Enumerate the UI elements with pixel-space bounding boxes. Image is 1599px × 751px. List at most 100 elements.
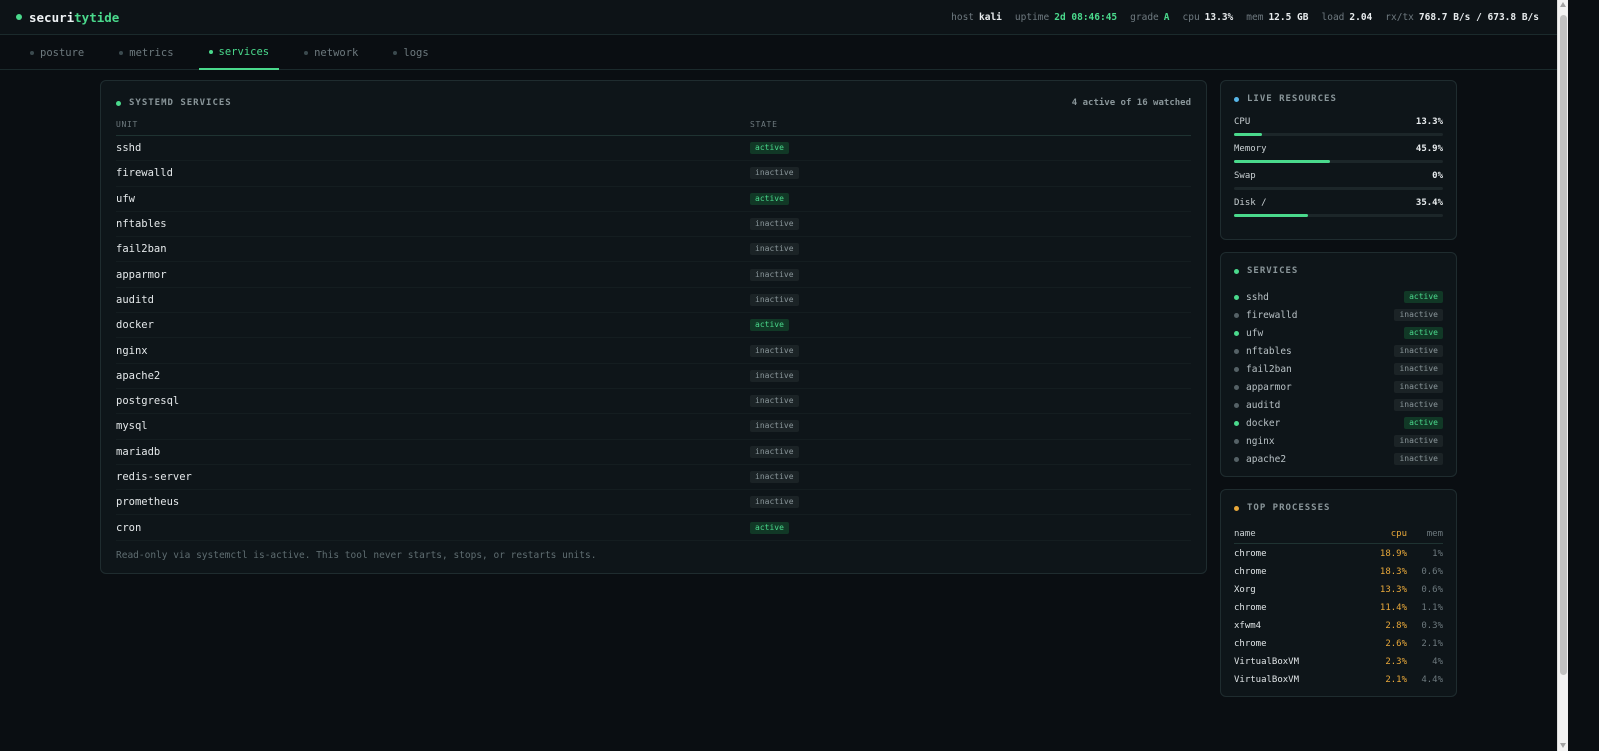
page-scrollbar[interactable]: [1557, 0, 1568, 751]
table-row[interactable]: postgresql inactive: [116, 389, 1191, 415]
table-row[interactable]: prometheus inactive: [116, 490, 1191, 516]
status-badge: inactive: [1394, 363, 1443, 375]
list-item[interactable]: firewalld inactive: [1234, 306, 1443, 324]
tab-posture[interactable]: posture: [20, 35, 94, 70]
table-row[interactable]: apache2 inactive: [116, 364, 1191, 389]
list-item[interactable]: ufw active: [1234, 324, 1443, 342]
column-unit: UNIT: [116, 120, 139, 129]
service-table-body: sshd active firewalld inactive ufw active nfta…: [116, 136, 1191, 541]
list-item[interactable]: apparmor inactive: [1234, 378, 1443, 396]
table-row[interactable]: chrome 18.9% 1%: [1234, 545, 1443, 563]
table-row[interactable]: sshd active: [116, 136, 1191, 162]
table-row[interactable]: mariadb inactive: [116, 440, 1191, 465]
service-label: ufw: [1234, 328, 1263, 339]
process-mem: 4.4%: [1421, 675, 1443, 685]
tab-logs[interactable]: logs: [383, 35, 438, 70]
list-item[interactable]: apache2 inactive: [1234, 450, 1443, 468]
process-cpu: 18.9%: [1379, 549, 1407, 559]
process-name: xfwm4: [1234, 621, 1262, 631]
panel-title: SYSTEMD SERVICES: [116, 98, 232, 108]
state-cell: inactive: [750, 218, 799, 231]
table-row[interactable]: chrome 11.4% 1.1%: [1234, 599, 1443, 617]
process-cpu: 2.8%: [1385, 621, 1407, 631]
table-row[interactable]: nginx inactive: [116, 338, 1191, 364]
unit-name: apparmor: [116, 268, 167, 281]
meter-track: [1234, 160, 1443, 163]
status-badge: inactive: [750, 395, 799, 408]
tab-dot-icon: [208, 49, 213, 54]
tab-metrics[interactable]: metrics: [109, 35, 183, 70]
tab-services[interactable]: services: [198, 35, 280, 70]
table-row[interactable]: fail2ban inactive: [116, 237, 1191, 263]
table-row[interactable]: auditd inactive: [116, 288, 1191, 314]
top-processes-panel: TOP PROCESSES name cpu mem chrome 18.9% 1%…: [1220, 489, 1457, 697]
list-item[interactable]: nginx inactive: [1234, 432, 1443, 450]
table-row[interactable]: redis-server inactive: [116, 465, 1191, 491]
status-badge: inactive: [750, 445, 799, 458]
table-row[interactable]: VirtualBoxVM 2.1% 4.4%: [1234, 671, 1443, 689]
meter-label: CPU: [1234, 117, 1251, 127]
meter-header: CPU 13.3%: [1234, 117, 1443, 127]
list-item[interactable]: auditd inactive: [1234, 396, 1443, 414]
scroll-thumb[interactable]: [1560, 15, 1567, 675]
state-cell: active: [750, 192, 789, 205]
table-row[interactable]: cron active: [116, 515, 1191, 541]
status-badge: inactive: [750, 167, 799, 180]
table-row[interactable]: VirtualBoxVM 2.3% 4%: [1234, 653, 1443, 671]
state-cell: active: [750, 521, 789, 534]
process-name: chrome: [1234, 567, 1267, 577]
status-dot-icon: [1234, 420, 1239, 426]
table-row[interactable]: ufw active: [116, 187, 1191, 212]
table-row[interactable]: firewalld inactive: [116, 161, 1191, 187]
meter-swap: Swap 0%: [1234, 171, 1443, 190]
panel-title: SERVICES: [1234, 266, 1443, 276]
process-cpu: 2.3%: [1385, 657, 1407, 667]
service-label: auditd: [1234, 400, 1280, 411]
brand-accent: tytide: [74, 9, 120, 25]
meter-track: [1234, 214, 1443, 217]
status-badge: inactive: [1394, 435, 1443, 447]
process-table-body: chrome 18.9% 1% chrome 18.3% 0.6% Xorg 13.3% 0.6…: [1234, 545, 1443, 689]
table-row[interactable]: Xorg 13.3% 0.6%: [1234, 581, 1443, 599]
status-badge: active: [1404, 291, 1443, 303]
status-badge: inactive: [750, 496, 799, 509]
list-item[interactable]: nftables inactive: [1234, 342, 1443, 360]
meter-fill: [1234, 214, 1308, 217]
process-name: chrome: [1234, 549, 1267, 559]
scroll-down-icon[interactable]: [1560, 743, 1566, 748]
table-row[interactable]: xfwm4 2.8% 0.3%: [1234, 617, 1443, 635]
list-item[interactable]: docker active: [1234, 414, 1443, 432]
list-item[interactable]: fail2ban inactive: [1234, 360, 1443, 378]
table-row[interactable]: chrome 18.3% 0.6%: [1234, 563, 1443, 581]
meter-fill: [1234, 160, 1330, 163]
process-mem: 0.6%: [1421, 567, 1443, 577]
table-row[interactable]: mysql inactive: [116, 414, 1191, 440]
state-cell: inactive: [750, 471, 799, 483]
service-name: fail2ban: [1246, 363, 1292, 375]
service-label: sshd: [1234, 292, 1269, 303]
status-dot-icon: [1234, 268, 1239, 274]
service-name: auditd: [1246, 399, 1281, 411]
status-dot-icon: [1234, 505, 1239, 511]
column-state: STATE: [750, 120, 778, 129]
list-item[interactable]: sshd active: [1234, 288, 1443, 306]
top-bar: securitytide host kali uptime 2d 08:46:45 …: [0, 0, 1557, 35]
state-cell: active: [750, 319, 789, 332]
unit-name: mysql: [116, 420, 148, 433]
unit-name: docker: [116, 319, 154, 332]
table-row[interactable]: nftables inactive: [116, 212, 1191, 238]
process-mem: 2.1%: [1421, 639, 1443, 649]
tab-network[interactable]: network: [294, 35, 368, 70]
unit-name: sshd: [116, 142, 142, 155]
service-name: nginx: [1246, 435, 1275, 447]
table-row[interactable]: docker active: [116, 313, 1191, 339]
status-badge: inactive: [1394, 453, 1443, 465]
scroll-up-icon[interactable]: [1560, 2, 1566, 7]
status-badge: inactive: [750, 420, 799, 433]
table-row[interactable]: chrome 2.6% 2.1%: [1234, 635, 1443, 653]
process-name: VirtualBoxVM: [1234, 675, 1300, 685]
stat-cpu: cpu 13.3%: [1182, 11, 1234, 23]
brand-logo[interactable]: securitytide: [16, 10, 119, 25]
table-row[interactable]: apparmor inactive: [116, 262, 1191, 288]
unit-name: nftables: [116, 218, 167, 231]
